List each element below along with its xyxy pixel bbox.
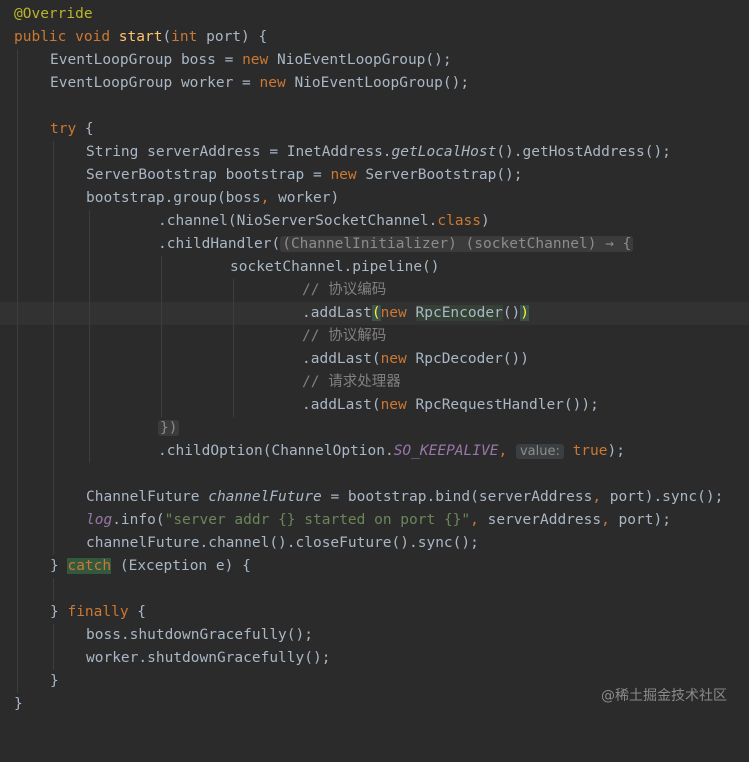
code-line-channel: .channel(NioServerSocketChannel.class) bbox=[0, 210, 749, 233]
code-line-child-option: .childOption(ChannelOption.SO_KEEPALIVE,… bbox=[0, 440, 749, 463]
folded-lambda-end[interactable]: }) bbox=[158, 420, 180, 436]
code-line-log: log.info("server addr {} started on port… bbox=[0, 509, 749, 532]
code-editor[interactable]: @Override public void start(int port) { … bbox=[0, 0, 749, 715]
comment: // 协议解码 bbox=[302, 328, 387, 344]
highlighted-catch-keyword: catch bbox=[67, 558, 112, 574]
method-name: start bbox=[118, 29, 163, 45]
comment: // 协议编码 bbox=[302, 282, 387, 298]
code-line-bootstrap: ServerBootstrap bootstrap = new ServerBo… bbox=[0, 164, 749, 187]
code-line-add-encoder-current: .addLast(new RpcEncoder()) bbox=[0, 302, 749, 325]
code-line-try: try { bbox=[0, 118, 749, 141]
code-line-blank bbox=[0, 578, 749, 601]
code-line-close-fold: }) bbox=[0, 417, 749, 440]
comment: // 请求处理器 bbox=[302, 374, 401, 390]
code-line-catch: } catch (Exception e) { bbox=[0, 555, 749, 578]
code-line-add-handler: .addLast(new RpcRequestHandler()); bbox=[0, 394, 749, 417]
code-line-group: bootstrap.group(boss, worker) bbox=[0, 187, 749, 210]
code-line-worker: EventLoopGroup worker = new NioEventLoop… bbox=[0, 72, 749, 95]
code-line-worker-shutdown: worker.shutdownGracefully(); bbox=[0, 647, 749, 670]
code-line-boss: EventLoopGroup boss = new NioEventLoopGr… bbox=[0, 49, 749, 72]
highlighted-identifier: RpcEncoder bbox=[415, 305, 503, 321]
folded-lambda-region[interactable]: (ChannelInitializer) (socketChannel) → { bbox=[280, 236, 634, 252]
code-line-blank bbox=[0, 463, 749, 486]
code-line-add-decoder: .addLast(new RpcDecoder()) bbox=[0, 348, 749, 371]
code-line-boss-shutdown: boss.shutdownGracefully(); bbox=[0, 624, 749, 647]
annotation-override: @Override bbox=[14, 6, 93, 22]
code-line-child-handler: .childHandler((ChannelInitializer) (sock… bbox=[0, 233, 749, 256]
parameter-hint: value: bbox=[515, 444, 564, 459]
code-line-comment-encoder: // 协议编码 bbox=[0, 279, 749, 302]
code-line-close-future: channelFuture.channel().closeFuture().sy… bbox=[0, 532, 749, 555]
code-line-comment-handler: // 请求处理器 bbox=[0, 371, 749, 394]
matched-paren-close: ) bbox=[520, 305, 530, 321]
code-line-blank bbox=[0, 95, 749, 118]
code-line-server-address: String serverAddress = InetAddress.getLo… bbox=[0, 141, 749, 164]
code-line-finally: } finally { bbox=[0, 601, 749, 624]
matched-paren-open: ( bbox=[371, 305, 381, 321]
code-line-channel-future: ChannelFuture channelFuture = bootstrap.… bbox=[0, 486, 749, 509]
code-line-method-signature: public void start(int port) { bbox=[14, 29, 268, 45]
code-line-comment-decoder: // 协议解码 bbox=[0, 325, 749, 348]
code-line-annotation: @Override bbox=[0, 3, 749, 26]
watermark-text: @稀土掘金技术社区 bbox=[601, 688, 727, 704]
code-line-pipeline: socketChannel.pipeline() bbox=[0, 256, 749, 279]
